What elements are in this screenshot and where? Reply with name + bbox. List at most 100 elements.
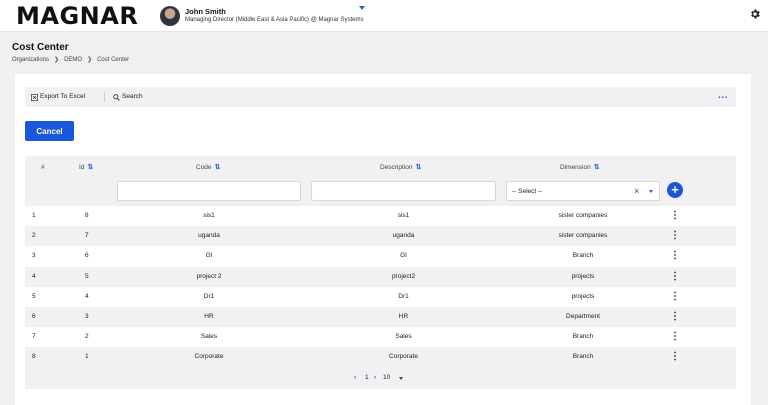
row-kebab-icon[interactable]: ⋮ bbox=[670, 226, 680, 246]
table-row[interactable]: 7 2 Sales Sales Branch ⋮ bbox=[25, 327, 736, 347]
cell-id: 3 bbox=[85, 312, 89, 320]
cost-center-table: # Id ⇅ Code ⇅ Description ⇅ Dimension ⇅ … bbox=[25, 156, 736, 389]
export-excel-label: Export To Excel bbox=[40, 93, 86, 100]
cell-index: 1 bbox=[32, 212, 36, 219]
row-kebab-icon[interactable]: ⋮ bbox=[670, 246, 680, 266]
toolbar-divider bbox=[104, 92, 105, 102]
code-filter-input[interactable] bbox=[117, 181, 301, 201]
cell-description: Corporate bbox=[389, 353, 418, 361]
row-kebab-icon[interactable]: ⋮ bbox=[670, 307, 680, 327]
table-row[interactable]: 1 8 sis1 sis1 sister companies ⋮ bbox=[25, 206, 736, 226]
cell-description: project2 bbox=[391, 272, 416, 280]
row-kebab-icon[interactable]: ⋮ bbox=[670, 347, 680, 367]
cell-dimension: Branch bbox=[572, 333, 594, 341]
clear-icon[interactable]: × bbox=[634, 186, 639, 196]
toolbar: Export To Excel Search ... bbox=[25, 87, 736, 107]
sort-icon[interactable]: ⇅ bbox=[87, 163, 93, 171]
table-row[interactable]: 6 3 HR HR Department ⋮ bbox=[25, 306, 736, 328]
column-header-id-label: Id bbox=[79, 163, 85, 171]
chevron-right-icon: ❯ bbox=[87, 57, 93, 63]
cell-description: sis1 bbox=[397, 212, 410, 219]
cell-dimension: sister companies bbox=[558, 232, 608, 240]
table-row[interactable]: 2 7 uganda uganda sister companies ⋮ bbox=[25, 226, 736, 247]
search-icon bbox=[113, 93, 120, 101]
table-row[interactable]: 5 4 Dr1 Dr1 projects ⋮ bbox=[25, 287, 736, 307]
chevron-down-icon[interactable] bbox=[649, 190, 653, 193]
prev-page-button[interactable]: ‹ bbox=[354, 374, 356, 381]
cell-description: uganda bbox=[392, 232, 415, 240]
sort-icon[interactable]: ⇅ bbox=[594, 163, 600, 171]
cell-code: HR bbox=[204, 312, 214, 320]
sort-icon[interactable]: ⇅ bbox=[416, 163, 422, 171]
cell-code: project 2 bbox=[196, 272, 222, 280]
row-kebab-icon[interactable]: ⋮ bbox=[670, 267, 680, 287]
cell-code: uganda bbox=[198, 232, 220, 240]
cell-description: GI bbox=[400, 252, 407, 260]
cell-index: 2 bbox=[32, 232, 36, 240]
row-kebab-icon[interactable]: ⋮ bbox=[670, 287, 680, 307]
cell-dimension: sister companies bbox=[558, 212, 608, 219]
cell-code: Sales bbox=[200, 333, 218, 341]
app-logo[interactable]: MAGNAR bbox=[16, 4, 138, 28]
cell-description: Sales bbox=[395, 333, 412, 341]
page-title: Cost Center bbox=[12, 42, 69, 53]
cell-id: 6 bbox=[85, 252, 89, 260]
content-card: Export To Excel Search ... Cancel # Id ⇅… bbox=[15, 74, 751, 405]
cell-id: 1 bbox=[85, 353, 89, 361]
cell-code: GI bbox=[205, 252, 213, 260]
add-row-button[interactable]: + bbox=[667, 182, 683, 198]
breadcrumb-organizations[interactable]: Organizations bbox=[12, 57, 49, 63]
breadcrumb-demo[interactable]: DEMO bbox=[64, 57, 82, 63]
cell-description: HR bbox=[398, 312, 409, 320]
column-header-code[interactable]: Code ⇅ bbox=[196, 162, 220, 172]
cell-dimension: Department bbox=[566, 312, 600, 320]
table-row[interactable]: 3 6 GI GI Branch ⋮ bbox=[25, 246, 736, 266]
dimension-filter-select[interactable]: -- Select -- × bbox=[506, 181, 660, 201]
sort-icon[interactable]: ⇅ bbox=[215, 163, 221, 171]
column-header-index: # bbox=[41, 162, 45, 172]
user-name[interactable]: John Smith bbox=[185, 7, 226, 16]
row-kebab-icon[interactable]: ⋮ bbox=[670, 206, 680, 226]
table-row[interactable]: 4 5 project 2 project2 projects ⋮ bbox=[25, 266, 736, 287]
search-label: Search bbox=[122, 93, 143, 100]
cell-index: 7 bbox=[32, 333, 36, 341]
cancel-button[interactable]: Cancel bbox=[25, 121, 74, 141]
column-header-description[interactable]: Description ⇅ bbox=[380, 162, 421, 172]
column-header-description-label: Description bbox=[380, 163, 413, 171]
top-bar: MAGNAR John Smith Managing Director (Mid… bbox=[0, 0, 768, 32]
cell-code: sis1 bbox=[203, 212, 215, 219]
column-header-index-label: # bbox=[41, 163, 45, 171]
export-excel-button[interactable]: Export To Excel bbox=[31, 87, 85, 107]
avatar[interactable] bbox=[160, 6, 180, 26]
dimension-filter-value: -- Select -- bbox=[512, 188, 543, 195]
description-filter-input[interactable] bbox=[311, 181, 496, 201]
column-header-id[interactable]: Id ⇅ bbox=[79, 162, 93, 172]
next-page-button[interactable]: › bbox=[374, 374, 376, 381]
cell-dimension: Branch bbox=[572, 252, 594, 260]
page-size-select[interactable]: 10 bbox=[383, 374, 390, 381]
excel-icon bbox=[31, 93, 38, 101]
row-kebab-icon[interactable]: ⋮ bbox=[670, 327, 680, 347]
gear-icon[interactable] bbox=[749, 8, 761, 20]
cell-id: 5 bbox=[85, 272, 89, 280]
table-body: 1 8 sis1 sis1 sister companies ⋮ 2 7 uga… bbox=[25, 206, 736, 368]
user-menu-chevron-down-icon[interactable] bbox=[359, 6, 365, 10]
table-header: # Id ⇅ Code ⇅ Description ⇅ Dimension ⇅ … bbox=[25, 156, 736, 206]
column-header-dimension[interactable]: Dimension ⇅ bbox=[560, 162, 600, 172]
chevron-down-icon[interactable] bbox=[399, 377, 403, 380]
more-options-icon[interactable]: ... bbox=[718, 87, 728, 107]
current-page[interactable]: 1 bbox=[365, 374, 369, 381]
cell-id: 8 bbox=[85, 212, 89, 219]
search-button[interactable]: Search bbox=[113, 87, 143, 107]
cell-id: 2 bbox=[85, 333, 89, 341]
cell-id: 4 bbox=[85, 292, 89, 300]
cell-index: 3 bbox=[32, 252, 36, 260]
table-row[interactable]: 8 1 Corporate Corporate Branch ⋮ bbox=[25, 347, 736, 368]
column-header-code-label: Code bbox=[196, 163, 212, 171]
cell-index: 4 bbox=[32, 272, 36, 280]
cell-dimension: projects bbox=[571, 292, 595, 300]
cell-description: Dr1 bbox=[398, 292, 409, 300]
column-header-dimension-label: Dimension bbox=[560, 163, 591, 171]
cell-dimension: projects bbox=[571, 272, 595, 280]
cell-index: 6 bbox=[32, 312, 36, 320]
